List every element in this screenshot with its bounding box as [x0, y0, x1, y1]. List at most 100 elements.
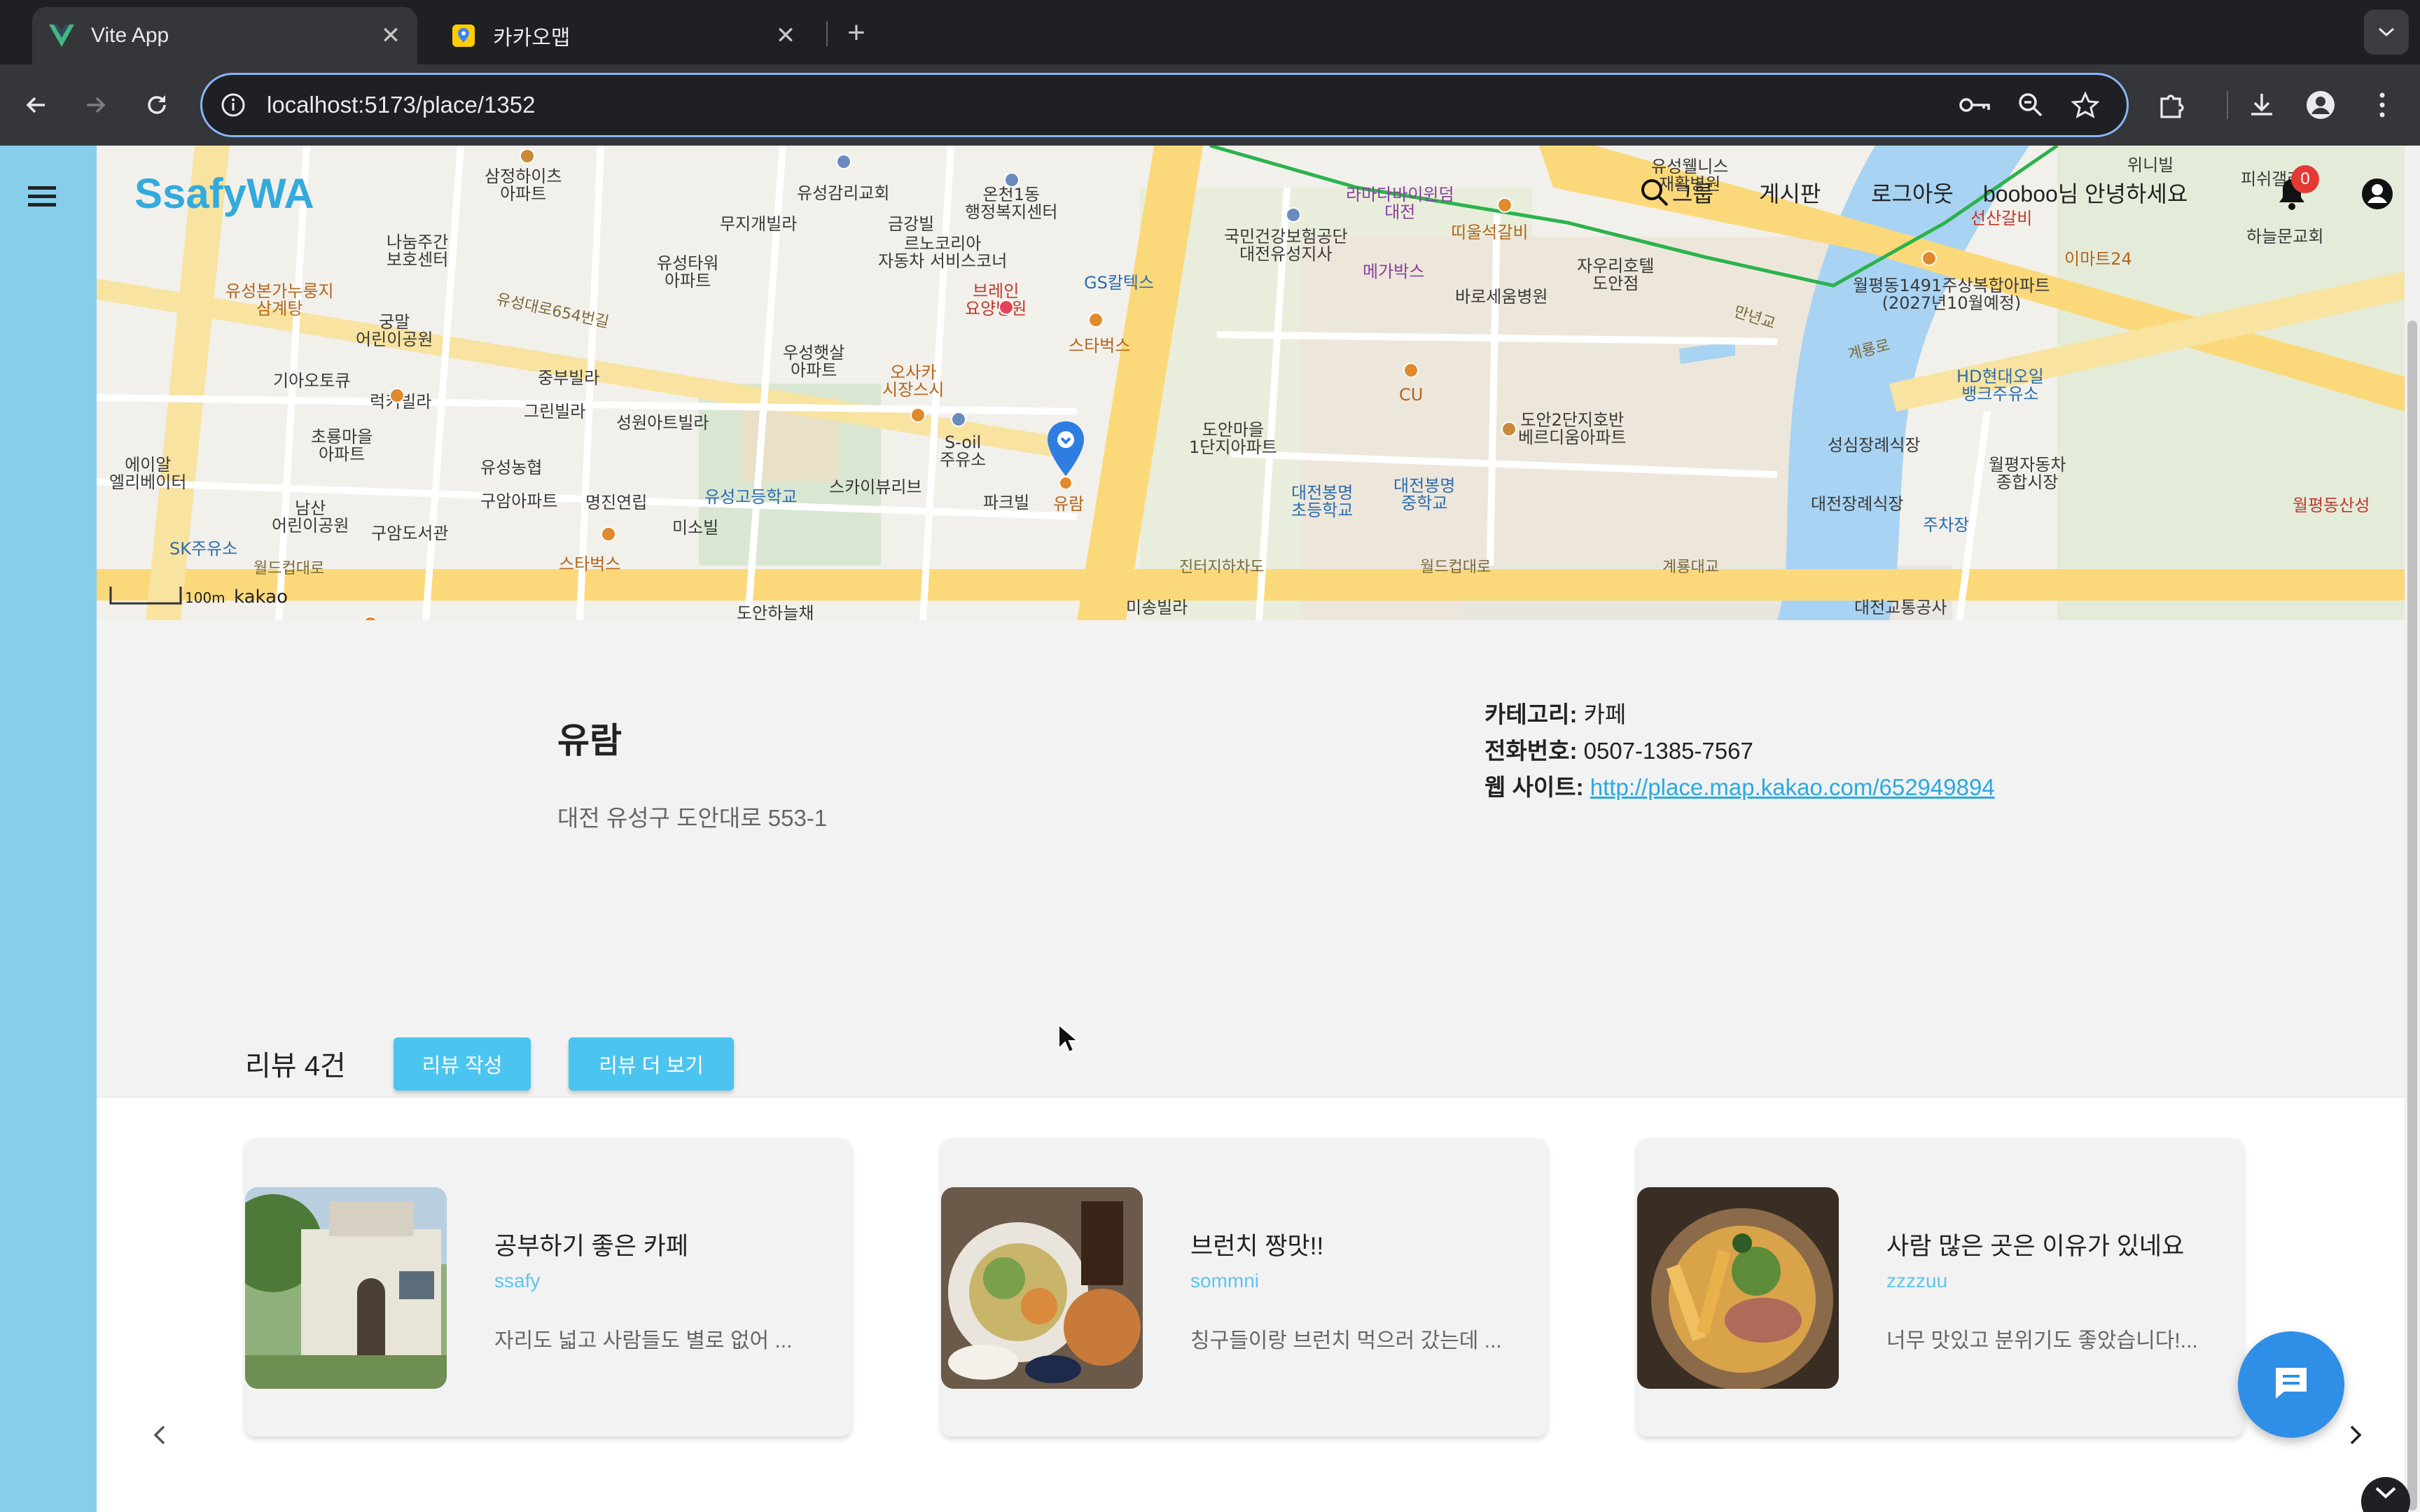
poi-marker-icon[interactable] [910, 407, 926, 423]
map-label: 구암도서관 [371, 524, 449, 543]
review-card[interactable]: 공부하기 좋은 카페 ssafy 자리도 넓고 사람들도 별로 없어 ... [245, 1138, 851, 1436]
corner-chevron-icon[interactable] [2361, 1477, 2410, 1512]
poi-marker-icon[interactable] [1501, 421, 1517, 437]
poi-marker-icon[interactable] [389, 388, 405, 403]
map-label: 유성고등학교 [704, 487, 798, 507]
map-label: 중부빌라 [538, 368, 600, 388]
map-label: 국민건강보험공단 대전유성지사 [1224, 227, 1348, 265]
carousel-next-icon[interactable] [2336, 1415, 2375, 1455]
map-scale-label: 100m [185, 589, 225, 606]
map-label: 성심장례식장 [1828, 435, 1921, 455]
website-label: 웹 사이트: [1484, 774, 1584, 800]
zoom-icon[interactable] [2015, 89, 2047, 121]
map-label: 오사카 시장스시 [882, 363, 945, 400]
map-label: 초룡마을 아파트 [311, 427, 373, 465]
bookmark-star-icon[interactable] [2069, 89, 2101, 121]
close-tab-icon[interactable]: ✕ [772, 22, 800, 50]
review-card[interactable]: 사람 많은 곳은 이유가 있네요 zzzzuu 너무 맛있고 분위기도 좋았습니… [1637, 1138, 2244, 1436]
poi-marker-icon[interactable] [836, 154, 851, 169]
website-link[interactable]: http://place.map.kakao.com/652949894 [1590, 774, 1995, 800]
user-greeting: booboo님 안녕하세요 [1983, 181, 2188, 206]
map-label: 하늘문교회 [2246, 227, 2324, 246]
brand-logo[interactable]: SsafyWA [134, 169, 314, 218]
map-label: 띠울석갈비 [1451, 223, 1529, 242]
map-label: 대전장례식장 [1811, 494, 1904, 514]
user-account-icon[interactable] [2360, 176, 2395, 211]
map-label: SK주유소 [169, 539, 238, 559]
profile-icon[interactable] [2301, 85, 2340, 125]
tab-search-chevron-icon[interactable] [2364, 10, 2409, 55]
map-label: HD현대오일 뱅크주유소 [1956, 367, 2044, 405]
map-label: 자우리호텔 도안점 [1577, 256, 1655, 294]
chat-button[interactable] [2238, 1331, 2344, 1438]
url-text: localhost:5173/place/1352 [267, 92, 536, 118]
search-icon[interactable] [1639, 176, 1674, 211]
review-card[interactable]: 브런치 짱맛!! sommni 칭구들이랑 브런치 먹으러 갔는데 ... [941, 1138, 1548, 1436]
kakaomap-pin-icon [450, 22, 478, 50]
map-label: 구암아파트 [480, 491, 558, 511]
nav-group-link[interactable]: 그룹 [1672, 176, 1713, 209]
map-background [97, 146, 2405, 620]
place-address: 대전 유성구 도안대로 553-1 [557, 805, 828, 831]
place-phone: 전화번호: 0507-1385-7567 [1484, 732, 1753, 766]
poi-marker-icon[interactable] [1921, 251, 1937, 266]
poi-marker-icon[interactable] [520, 148, 535, 164]
poi-marker-icon[interactable] [951, 412, 966, 427]
menu-hamburger-icon[interactable] [25, 182, 59, 210]
review-photo-dish [1637, 1187, 1839, 1389]
poi-marker-icon[interactable] [999, 300, 1014, 315]
address-bar[interactable]: localhost:5173/place/1352 [200, 73, 2129, 137]
map-label: 유성타워 아파트 [657, 253, 719, 291]
place-category: 카테고리: 카페 [1484, 696, 1626, 729]
map-label: 미소빌 [672, 518, 719, 538]
map-label: 스타벅스 [1069, 336, 1131, 356]
poi-marker-icon[interactable] [601, 526, 616, 542]
map-label: 남산 어린이공원 [272, 498, 349, 536]
nav-board-link[interactable]: 게시판 [1759, 176, 1821, 209]
forward-arrow-icon[interactable] [74, 84, 116, 126]
download-icon[interactable] [2242, 85, 2281, 125]
poi-marker-icon[interactable] [1286, 207, 1301, 223]
close-tab-icon[interactable]: ✕ [377, 22, 405, 50]
mouse-cursor-icon [1057, 1023, 1080, 1054]
page-scrollbar[interactable] [2405, 146, 2420, 1512]
map-label: 궁말 어린이공원 [356, 312, 433, 350]
map-label: GS칼텍스 [1084, 273, 1155, 293]
back-arrow-icon[interactable] [15, 84, 57, 126]
tab-vite-app[interactable]: Vite App ✕ [32, 7, 417, 64]
map-label: 성원아트빌라 [616, 413, 709, 433]
carousel-prev-icon[interactable] [140, 1415, 179, 1455]
map-label: 르노코리아 자동차 서비스코너 [878, 234, 1008, 272]
road-label: 진터지하차도 [1179, 559, 1265, 576]
poi-marker-icon[interactable] [1004, 172, 1020, 188]
map-label: 이마트24 [2064, 249, 2132, 269]
write-review-button[interactable]: 리뷰 작성 [394, 1037, 531, 1091]
extensions-puzzle-icon[interactable] [2153, 85, 2192, 125]
map-label: 월평자동차 종합시장 [1989, 455, 2066, 493]
nav-logout-link[interactable]: 로그아웃 [1871, 176, 1954, 209]
map-label: 메가박스 [1363, 262, 1425, 281]
kakao-map[interactable]: 삼정하이츠 아파트 유성감리교회 온천1동 행정복지센터 라마다바이윈덤 대전 유성웰… [97, 146, 2405, 620]
map-label: 미송빌라 [1126, 598, 1188, 617]
road-label: 월드컵대로 [253, 560, 325, 578]
map-label: 브레인 요양병원 [965, 281, 1027, 319]
poi-marker-icon[interactable] [1088, 312, 1104, 328]
road-label: 월드컵대로 [1420, 559, 1491, 576]
tab-kakaomap[interactable]: 카카오맵 ✕ [434, 7, 812, 64]
map-label: 기아오토큐 [273, 371, 351, 391]
phone-label: 전화번호: [1484, 738, 1578, 764]
reload-icon[interactable] [136, 84, 178, 126]
more-reviews-button[interactable]: 리뷰 더 보기 [569, 1037, 734, 1091]
map-label: 그린빌라 [524, 402, 586, 421]
site-info-icon[interactable] [218, 90, 249, 120]
map-label: 대전봉명 중학교 [1393, 476, 1456, 514]
map-label: S-oil 주유소 [940, 433, 987, 470]
category-label: 카테고리: [1484, 701, 1578, 727]
poi-marker-icon[interactable] [1497, 197, 1512, 213]
browser-toolbar: localhost:5173/place/1352 [0, 64, 2420, 146]
browser-menu-icon[interactable] [2363, 85, 2402, 125]
new-tab-icon[interactable]: + [839, 15, 874, 50]
scrollbar-thumb[interactable] [2407, 321, 2417, 1511]
poi-marker-icon[interactable] [1403, 363, 1419, 378]
password-key-icon[interactable] [1959, 89, 1991, 121]
